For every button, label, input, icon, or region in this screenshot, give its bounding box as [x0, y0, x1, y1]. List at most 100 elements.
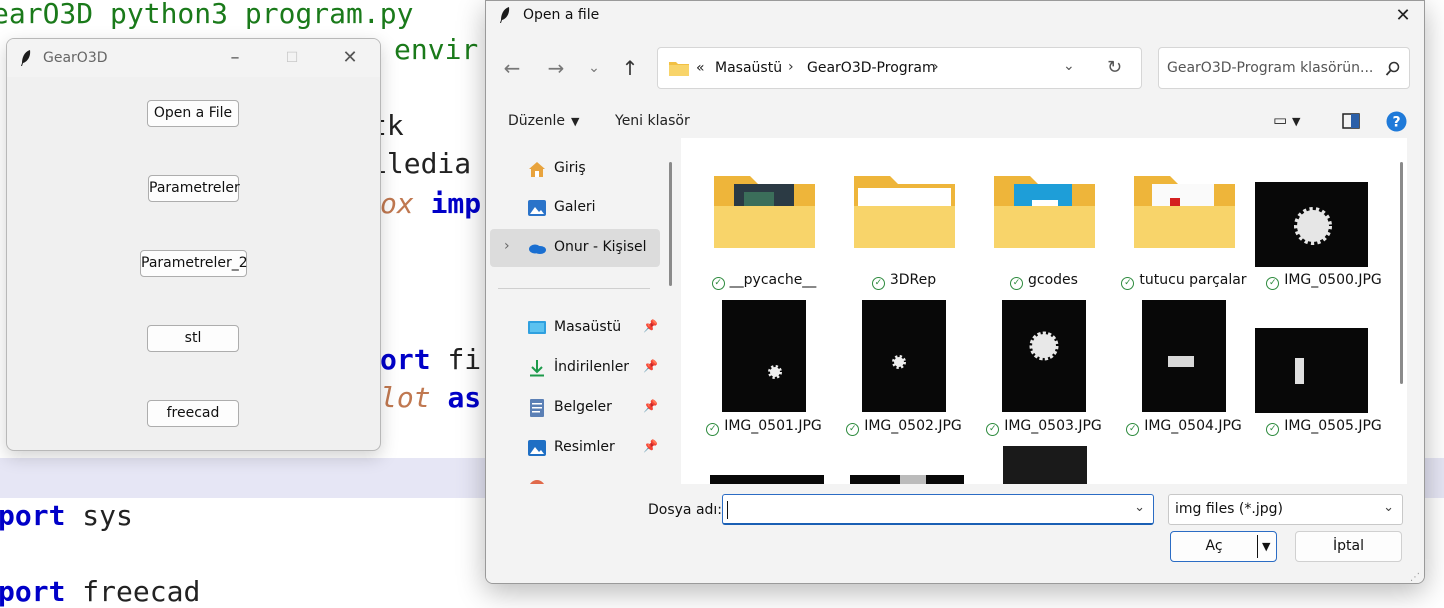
- nav-label: Onur - Kişisel: [554, 239, 647, 255]
- folder-item[interactable]: ✓ tutucu parçalar: [1114, 138, 1254, 290]
- image-thumbnail: [862, 300, 946, 412]
- nav-item-gallery[interactable]: Galeri: [490, 189, 660, 227]
- code-token: fi: [447, 343, 482, 376]
- code-token: port: [0, 575, 83, 608]
- search-input[interactable]: GearO3D-Program klasörün...: [1167, 60, 1373, 76]
- file-list-scrollbar[interactable]: [1400, 162, 1403, 384]
- code-line: lot as: [380, 384, 481, 412]
- image-thumbnail-partial[interactable]: [1003, 446, 1087, 484]
- nav-item-documents[interactable]: Belgeler 📌: [490, 389, 660, 427]
- file-list: ✓ __pycache__ ✓ 3DRep ✓ gcodes ✓ tutucu parç…: [681, 138, 1407, 484]
- maximize-icon[interactable]: ☐: [280, 47, 304, 69]
- close-icon[interactable]: ✕: [1388, 3, 1418, 29]
- parametreler-2-button[interactable]: Parametreler_2: [140, 250, 248, 277]
- image-thumbnail: [1142, 300, 1226, 412]
- breadcrumb-separator-icon: ›: [933, 59, 939, 75]
- chevron-down-icon[interactable]: ⌄: [1134, 500, 1145, 515]
- filename-field[interactable]: ⌄: [722, 494, 1154, 525]
- search-box[interactable]: GearO3D-Program klasörün...: [1158, 47, 1410, 89]
- expand-chevron-icon: ›: [504, 238, 510, 254]
- nav-item-home[interactable]: Giriş: [490, 150, 660, 188]
- code-line: iledia: [370, 150, 471, 178]
- open-file-button[interactable]: Open a File: [147, 100, 239, 127]
- dialog-footer: Dosya adı: ⌄ img files (*.jpg) ⌄ Aç ▼ İp…: [486, 484, 1424, 583]
- window-title: GearO3D: [43, 50, 108, 66]
- pin-icon[interactable]: 📌: [643, 439, 658, 453]
- new-folder-button[interactable]: Yeni klasör: [615, 113, 690, 129]
- cancel-button[interactable]: İptal: [1295, 531, 1402, 562]
- minimize-icon[interactable]: –: [223, 47, 247, 69]
- forward-icon[interactable]: →: [542, 53, 570, 83]
- up-icon[interactable]: ↑: [616, 53, 644, 83]
- image-item[interactable]: ✓ IMG_0501.JPG: [694, 284, 834, 436]
- gear-side-icon: [1295, 358, 1304, 384]
- folder-item[interactable]: ✓ gcodes: [974, 138, 1114, 290]
- image-item[interactable]: ✓ IMG_0505.JPG: [1254, 284, 1394, 436]
- folder-item[interactable]: ✓ __pycache__: [694, 138, 834, 290]
- code-token: ort: [380, 343, 448, 376]
- breadcrumb-folder[interactable]: GearO3D-Program: [807, 60, 936, 76]
- folder-item[interactable]: ✓ 3DRep: [834, 138, 974, 290]
- code-token: lot: [380, 381, 448, 414]
- pin-icon[interactable]: 📌: [643, 399, 658, 413]
- dialog-titlebar: Open a file ✕: [486, 1, 1424, 31]
- pin-icon[interactable]: 📌: [643, 359, 658, 373]
- filetype-select[interactable]: img files (*.jpg) ⌄: [1168, 494, 1403, 525]
- recent-chevron-icon[interactable]: ⌄: [580, 53, 608, 83]
- onedrive-icon: [529, 244, 546, 254]
- back-icon[interactable]: ←: [498, 53, 526, 83]
- image-item[interactable]: ✓ IMG_0503.JPG: [974, 284, 1114, 436]
- pin-icon[interactable]: 📌: [643, 319, 658, 333]
- code-token: freecad: [82, 575, 201, 608]
- open-file-dialog: Open a file ✕ ← → ⌄ ↑ « Masaüstü › GearO…: [485, 0, 1425, 584]
- image-item[interactable]: ✓ IMG_0504.JPG: [1114, 284, 1254, 436]
- nav-scrollbar[interactable]: [669, 162, 672, 286]
- code-token: iledia: [370, 147, 472, 180]
- gear-icon: [892, 355, 906, 369]
- view-options-icon[interactable]: ▭ ▼: [1273, 111, 1300, 129]
- preview-pane-icon[interactable]: [1342, 113, 1360, 129]
- stl-button[interactable]: stl: [147, 325, 239, 352]
- file-name: ✓ IMG_0501.JPG: [694, 418, 834, 436]
- image-item[interactable]: ✓ IMG_0502.JPG: [834, 284, 974, 436]
- folder-icon: [669, 62, 689, 76]
- image-thumbnail: [722, 300, 806, 412]
- navigation-pane: Giriş Galeri › Onur - Kişisel Masaüstü 📌…: [486, 138, 672, 484]
- open-button[interactable]: Aç ▼: [1170, 531, 1277, 562]
- freecad-button[interactable]: freecad: [147, 400, 239, 427]
- synced-check-icon: ✓: [1126, 423, 1140, 436]
- chevron-down-icon[interactable]: ⌄: [1063, 58, 1075, 74]
- close-icon[interactable]: ✕: [338, 47, 362, 69]
- nav-item-partial[interactable]: [490, 469, 660, 484]
- gallery-icon: [528, 200, 546, 216]
- folder-icon: [714, 176, 815, 248]
- home-icon: [529, 162, 545, 177]
- image-thumbnail: [1255, 182, 1368, 267]
- address-bar[interactable]: « Masaüstü › GearO3D-Program › ⌄ ↻: [657, 47, 1142, 89]
- nav-item-desktop[interactable]: Masaüstü 📌: [490, 309, 660, 347]
- code-line: port freecad: [0, 578, 200, 606]
- folder-icon: [994, 176, 1095, 248]
- nav-item-downloads[interactable]: İndirilenler 📌: [490, 349, 660, 387]
- image-thumbnail-partial[interactable]: [850, 475, 964, 484]
- image-thumbnail-partial[interactable]: [710, 475, 824, 484]
- chevron-down-icon[interactable]: ▼: [1262, 532, 1270, 561]
- open-label: Aç: [1205, 538, 1223, 554]
- chevron-down-icon: ▼: [571, 115, 580, 128]
- nav-label: Belgeler: [554, 399, 612, 415]
- image-item[interactable]: ✓ IMG_0500.JPG: [1254, 138, 1394, 290]
- organize-label: Düzenle: [508, 113, 565, 129]
- feather-icon: [21, 50, 31, 66]
- file-name: ✓ IMG_0502.JPG: [834, 418, 974, 436]
- breadcrumb-desktop[interactable]: Masaüstü: [715, 60, 782, 76]
- help-icon[interactable]: ?: [1386, 111, 1407, 132]
- chevron-down-icon: ⌄: [1383, 500, 1394, 515]
- resize-grip-icon[interactable]: ⋰: [1410, 572, 1420, 583]
- gearo3d-titlebar: GearO3D – ☐ ✕: [7, 39, 380, 77]
- breadcrumb-prefix[interactable]: «: [696, 60, 705, 76]
- parametreler-button[interactable]: Parametreler: [148, 175, 240, 202]
- nav-item-onedrive[interactable]: › Onur - Kişisel: [490, 229, 660, 267]
- nav-item-pictures[interactable]: Resimler 📌: [490, 429, 660, 467]
- organize-button[interactable]: Düzenle ▼: [508, 113, 579, 129]
- refresh-icon[interactable]: ↻: [1107, 57, 1122, 78]
